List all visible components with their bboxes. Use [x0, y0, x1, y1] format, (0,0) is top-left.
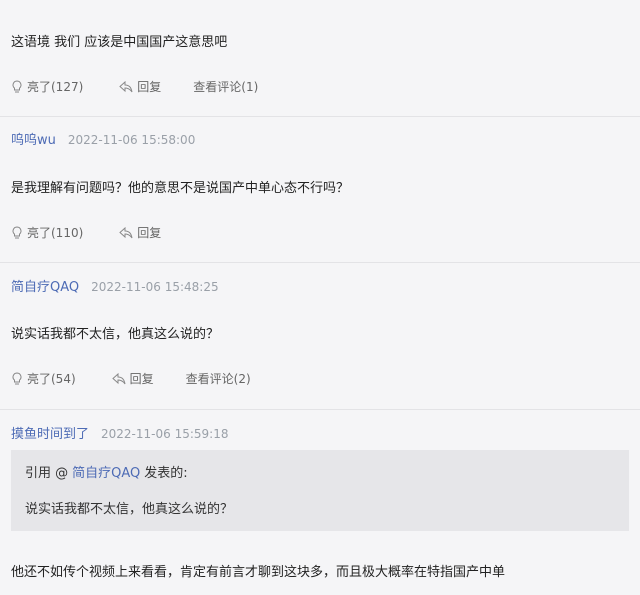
- reply-label: 回复: [129, 372, 154, 386]
- reply-label: 回复: [137, 80, 162, 94]
- comment-text: 他还不如传个视频上来看看，肯定有前言才聊到这块多，而且极大概率在特指国产中单: [11, 565, 506, 580]
- reply-button[interactable]: 回复: [119, 224, 161, 241]
- divider: [0, 409, 640, 410]
- username[interactable]: 呜呜wu: [11, 129, 56, 148]
- comment-text: 是我理解有问题吗？他的意思不是说国产中单心态不行吗？: [11, 181, 350, 196]
- like-count: 亮了(54): [27, 372, 76, 386]
- comment-actions: 亮了(110) 回复: [11, 224, 161, 241]
- lightbulb-icon: [12, 79, 22, 92]
- username[interactable]: 摸鱼时间到了: [11, 423, 89, 442]
- view-comments-link[interactable]: 查看评论(1): [193, 78, 258, 95]
- like-button[interactable]: 亮了(54): [11, 370, 76, 387]
- view-comments-label: 查看评论(1): [193, 80, 259, 94]
- quote-prefix: 引用 @: [25, 466, 69, 481]
- comment-header: 简自疗QAQ 2022-11-06 15:48:25: [11, 276, 219, 295]
- like-count: 亮了(110): [27, 226, 84, 240]
- quote-header: 引用 @ 简自疗QAQ 发表的:: [25, 462, 188, 481]
- lightbulb-icon: [12, 225, 22, 238]
- username[interactable]: 简自疗QAQ: [11, 276, 79, 295]
- comment-actions: 亮了(54) 回复 查看评论(2): [11, 370, 251, 387]
- comment-header: 摸鱼时间到了 2022-11-06 15:59:18: [11, 423, 228, 442]
- quote-block: 引用 @ 简自疗QAQ 发表的: 说实话我都不太信，他真这么说的？: [11, 450, 629, 531]
- reply-button[interactable]: 回复: [111, 370, 154, 387]
- quote-suffix: 发表的:: [144, 466, 188, 481]
- like-button[interactable]: 亮了(110): [11, 224, 83, 241]
- like-count: 亮了(127): [27, 80, 84, 94]
- comment-text: 这语境 我们 应该是中国国产这意思吧: [11, 35, 228, 50]
- divider: [0, 262, 640, 263]
- comment-actions: 亮了(127) 回复 查看评论(1): [11, 78, 258, 95]
- view-comments-link[interactable]: 查看评论(2): [186, 370, 251, 387]
- reply-label: 回复: [137, 226, 162, 240]
- quote-text: 说实话我都不太信，他真这么说的？: [25, 502, 234, 517]
- divider: [0, 116, 640, 117]
- timestamp: 2022-11-06 15:59:18: [101, 427, 229, 441]
- lightbulb-icon: [12, 371, 22, 384]
- reply-arrow-icon: [111, 372, 126, 384]
- reply-arrow-icon: [119, 80, 133, 92]
- quoted-username[interactable]: 简自疗QAQ: [72, 462, 140, 481]
- comment-header: 呜呜wu 2022-11-06 15:58:00: [11, 129, 195, 148]
- timestamp: 2022-11-06 15:48:25: [91, 280, 219, 294]
- timestamp: 2022-11-06 15:58:00: [67, 133, 196, 147]
- reply-arrow-icon: [119, 226, 133, 238]
- like-button[interactable]: 亮了(127): [11, 78, 83, 95]
- view-comments-label: 查看评论(2): [185, 372, 251, 386]
- comment-text: 说实话我都不太信，他真这么说的？: [11, 327, 220, 342]
- reply-button[interactable]: 回复: [119, 78, 161, 95]
